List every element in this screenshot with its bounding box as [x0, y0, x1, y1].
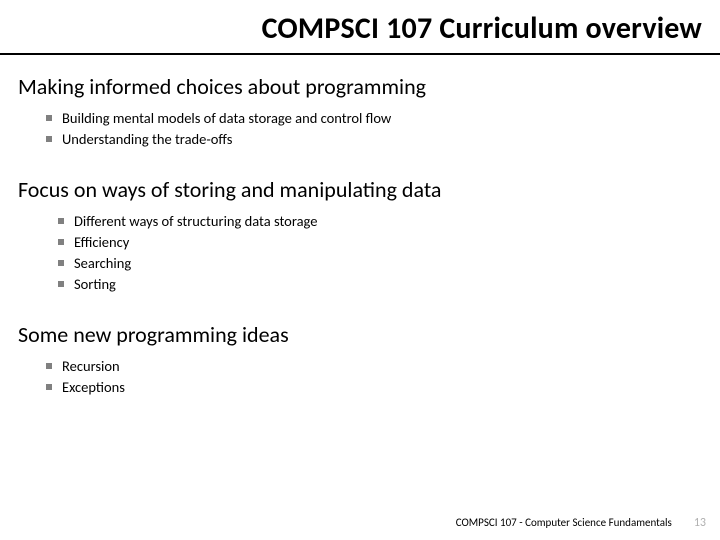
bullet-list: Different ways of structuring data stora… [18, 211, 702, 295]
list-item-text: Different ways of structuring data stora… [74, 211, 317, 232]
bullet-icon [58, 239, 64, 245]
list-item-text: Recursion [62, 356, 120, 377]
section-heading: Some new programming ideas [18, 321, 702, 348]
bullet-icon [46, 363, 52, 369]
list-item: Efficiency [58, 232, 702, 253]
bullet-icon [46, 115, 52, 121]
list-item: Exceptions [46, 377, 702, 398]
list-item-text: Efficiency [74, 232, 129, 253]
bullet-icon [58, 218, 64, 224]
list-item-text: Searching [74, 253, 131, 274]
list-item: Different ways of structuring data stora… [58, 211, 702, 232]
footer-text: COMPSCI 107 - Computer Science Fundament… [456, 516, 672, 529]
list-item: Recursion [46, 356, 702, 377]
slide-footer: COMPSCI 107 - Computer Science Fundament… [456, 516, 706, 530]
bullet-list: Recursion Exceptions [18, 356, 702, 398]
slide-content: Making informed choices about programmin… [0, 55, 720, 398]
list-item-text: Exceptions [62, 377, 125, 398]
list-item-text: Understanding the trade-offs [62, 129, 232, 150]
bullet-icon [46, 384, 52, 390]
bullet-icon [46, 136, 52, 142]
list-item-text: Sorting [74, 274, 116, 295]
list-item: Building mental models of data storage a… [46, 108, 702, 129]
list-item: Understanding the trade-offs [46, 129, 702, 150]
bullet-list: Building mental models of data storage a… [18, 108, 702, 150]
slide-title: COMPSCI 107 Curriculum overview [0, 10, 702, 47]
section-heading: Making informed choices about programmin… [18, 73, 702, 100]
list-item: Searching [58, 253, 702, 274]
list-item: Sorting [58, 274, 702, 295]
list-item-text: Building mental models of data storage a… [62, 108, 391, 129]
bullet-icon [58, 260, 64, 266]
section-heading: Focus on ways of storing and manipulatin… [18, 176, 702, 203]
bullet-icon [58, 281, 64, 287]
page-number: 13 [694, 516, 706, 530]
